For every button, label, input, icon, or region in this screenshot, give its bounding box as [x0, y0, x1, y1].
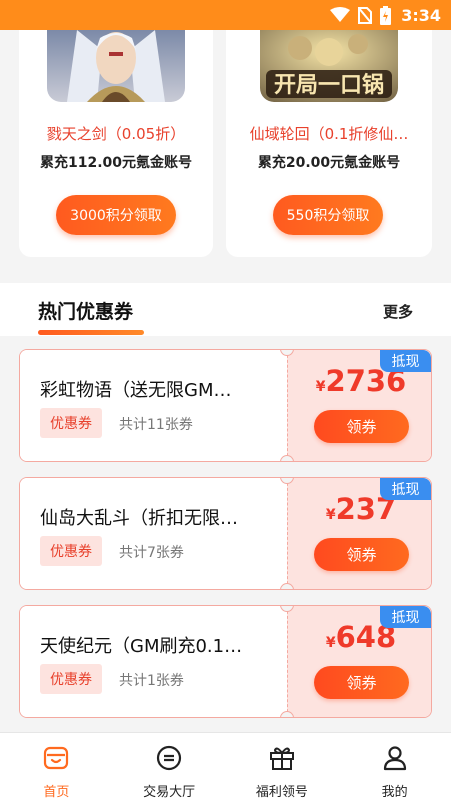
reward-card[interactable]: 开局一口锅 仙域轮回（0.1折修仙… 累充20.00元氪金账号 550积分领取 — [226, 30, 432, 257]
game-cover-image: 开局一口锅 — [260, 30, 398, 102]
nav-item-trade[interactable]: 交易大厅 — [113, 733, 226, 803]
coupon-card[interactable]: 彩虹物语（送无限GM… 优惠券 共计11张券 ¥2736 领券 抵现 — [19, 349, 432, 462]
status-bar: 3:34 — [0, 0, 451, 30]
claim-points-button[interactable]: 3000积分领取 — [56, 195, 176, 235]
claim-coupon-button[interactable]: 领券 — [314, 538, 409, 571]
coupon-game-title: 仙岛大乱斗（折扣无限… — [40, 508, 238, 529]
section-title: 热门优惠券 — [38, 301, 134, 323]
no-sim-icon — [358, 6, 373, 24]
reward-game-name: 戮天之剑（0.05折） — [46, 125, 186, 143]
reward-game-name: 仙域轮回（0.1折修仙… — [249, 125, 409, 143]
nav-item-home[interactable]: 首页 — [0, 733, 113, 803]
coupon-card[interactable]: 仙岛大乱斗（折扣无限… 优惠券 共计7张券 ¥237 领券 抵现 — [19, 477, 432, 590]
nav-item-welfare[interactable]: 福利领号 — [226, 733, 339, 803]
hot-coupons-header: 热门优惠券 更多 — [0, 283, 451, 336]
bottom-nav: 首页 交易大厅 福利领号 我的 — [0, 732, 451, 803]
coupon-count: 共计7张券 — [119, 545, 184, 561]
coupon-info: 彩虹物语（送无限GM… 优惠券 共计11张券 — [20, 350, 287, 461]
nav-label: 我的 — [381, 785, 408, 800]
reward-card[interactable]: 戮天之剑（0.05折） 累充112.00元氪金账号 3000积分领取 — [19, 30, 213, 257]
claim-points-button[interactable]: 550积分领取 — [273, 195, 383, 235]
currency-symbol: ¥ — [325, 635, 336, 651]
reward-description: 累充112.00元氪金账号 — [39, 155, 193, 171]
claim-coupon-button[interactable]: 领券 — [314, 666, 409, 699]
coupon-info: 天使纪元（GM刷充0.1… 优惠券 共计1张券 — [20, 606, 287, 717]
coupon-notch — [280, 455, 294, 461]
coupon-count: 共计11张券 — [119, 417, 193, 433]
status-time: 3:34 — [401, 5, 441, 25]
claim-coupon-button[interactable]: 领券 — [314, 410, 409, 443]
nav-label: 福利领号 — [255, 785, 308, 800]
section-title-underline — [38, 330, 144, 335]
coupon-game-title: 彩虹物语（送无限GM… — [40, 380, 232, 401]
coupon-count: 共计1张券 — [119, 673, 184, 689]
home-icon — [43, 745, 69, 775]
coupon-game-title: 天使纪元（GM刷充0.1… — [40, 636, 243, 657]
coupon-tag: 优惠券 — [40, 664, 102, 694]
cash-badge: 抵现 — [380, 606, 431, 628]
user-icon — [382, 745, 408, 775]
coupon-tag: 优惠券 — [40, 536, 102, 566]
coupon-tag: 优惠券 — [40, 408, 102, 438]
wifi-icon — [330, 7, 351, 23]
coupon-notch — [280, 711, 294, 717]
game-cover-title: 开局一口锅 — [274, 72, 384, 98]
more-link[interactable]: 更多 — [383, 301, 413, 322]
trade-icon — [156, 745, 182, 775]
game-cover-image — [47, 30, 185, 102]
coupon-card[interactable]: 天使纪元（GM刷充0.1… 优惠券 共计1张券 ¥648 领券 抵现 — [19, 605, 432, 718]
nav-label: 交易大厅 — [143, 785, 196, 800]
cash-badge: 抵现 — [380, 478, 431, 500]
coupon-list: 彩虹物语（送无限GM… 优惠券 共计11张券 ¥2736 领券 抵现 仙岛大乱斗… — [0, 336, 451, 732]
reward-description: 累充20.00元氪金账号 — [257, 155, 401, 171]
currency-symbol: ¥ — [325, 507, 336, 523]
coupon-info: 仙岛大乱斗（折扣无限… 优惠券 共计7张券 — [20, 478, 287, 589]
gift-icon — [269, 745, 295, 775]
battery-charging-icon — [380, 5, 392, 25]
currency-symbol: ¥ — [315, 379, 326, 395]
cash-badge: 抵现 — [380, 350, 431, 372]
coupon-notch — [280, 583, 294, 589]
nav-label: 首页 — [43, 785, 70, 800]
nav-item-profile[interactable]: 我的 — [338, 733, 451, 803]
reward-section: 戮天之剑（0.05折） 累充112.00元氪金账号 3000积分领取 开局一口锅… — [0, 30, 451, 283]
